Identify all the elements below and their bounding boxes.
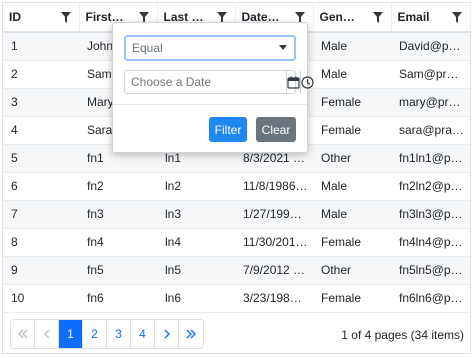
cell-gender: Male	[313, 172, 391, 201]
page-button-4[interactable]: 4	[131, 320, 155, 348]
cell-id: 2	[3, 60, 79, 89]
cell-date: 3/23/198…	[235, 284, 313, 313]
cell-email: fn2ln2@p…	[391, 172, 470, 201]
cell-date: 7/9/2012 …	[235, 256, 313, 285]
calendar-icon	[287, 76, 300, 89]
filter-button[interactable]: Filter	[209, 117, 247, 142]
column-header-gender[interactable]: Gen…	[313, 3, 392, 33]
date-picker	[124, 70, 314, 94]
cell-gender: Female	[313, 228, 391, 257]
cell-email: fn5ln5@p…	[391, 256, 470, 285]
double-chevron-right-icon	[186, 329, 196, 339]
popup-divider	[113, 104, 307, 105]
cell-gender: Female	[313, 284, 391, 313]
cell-gender: Female	[313, 116, 391, 145]
cell-id: 6	[3, 172, 79, 201]
table-row[interactable]: 6 fn2 ln2 11/8/1986… Male fn2ln2@p…	[3, 172, 470, 201]
cell-email: David@p…	[391, 32, 470, 61]
caret-down-icon	[279, 45, 287, 50]
column-header-label: Email	[397, 10, 430, 25]
cell-first-name: fn2	[79, 172, 157, 201]
table-row[interactable]: 9 fn5 ln5 7/9/2012 … Other fn5ln5@p…	[3, 256, 470, 285]
last-page-button[interactable]	[179, 320, 203, 348]
column-header-email[interactable]: Email	[391, 3, 471, 33]
cell-last-name: ln3	[157, 200, 235, 229]
table-row[interactable]: 10 fn6 ln6 3/23/198… Female fn6ln6@p…	[3, 284, 470, 313]
clock-button[interactable]	[300, 71, 314, 93]
cell-gender: Male	[313, 60, 391, 89]
chevron-right-icon	[164, 329, 170, 339]
clear-button[interactable]: Clear	[256, 117, 296, 142]
cell-last-name: ln6	[157, 284, 235, 313]
cell-date: 11/8/1986…	[235, 172, 313, 201]
filter-operator-value: Equal	[132, 41, 163, 55]
funnel-icon[interactable]	[451, 12, 462, 23]
cell-id: 8	[3, 228, 79, 257]
filter-popup: Equal Filter Clear	[112, 22, 314, 153]
cell-id: 9	[3, 256, 79, 285]
next-page-button[interactable]	[155, 320, 179, 348]
calendar-button[interactable]	[286, 71, 300, 93]
page-info: 1 of 4 pages (34 items)	[341, 328, 464, 342]
table-row[interactable]: 8 fn4 ln4 11/30/201… Female fn4ln4@p…	[3, 228, 470, 257]
column-header-label: Gen…	[319, 10, 355, 25]
cell-gender: Other	[313, 144, 391, 173]
cell-first-name: fn6	[79, 284, 157, 313]
cell-gender: Female	[313, 88, 391, 117]
first-page-button[interactable]	[11, 320, 35, 348]
funnel-icon[interactable]	[372, 12, 383, 23]
cell-email: fn6ln6@p…	[391, 284, 470, 313]
double-chevron-left-icon	[17, 329, 27, 339]
cell-id: 5	[3, 144, 79, 173]
pager-buttons: 1 2 3 4	[10, 319, 204, 349]
cell-id: 3	[3, 88, 79, 117]
cell-id: 7	[3, 200, 79, 229]
cell-last-name: ln2	[157, 172, 235, 201]
cell-last-name: ln5	[157, 256, 235, 285]
column-header-id[interactable]: ID	[3, 3, 80, 33]
chevron-left-icon	[43, 329, 49, 339]
cell-first-name: fn5	[79, 256, 157, 285]
cell-gender: Other	[313, 256, 391, 285]
filter-operator-select[interactable]: Equal	[124, 35, 296, 61]
cell-date: 11/30/201…	[235, 228, 313, 257]
cell-email: fn4ln4@p…	[391, 228, 470, 257]
cell-last-name: ln4	[157, 228, 235, 257]
prev-page-button[interactable]	[35, 320, 59, 348]
page-button-1[interactable]: 1	[59, 320, 83, 348]
cell-email: mary@pr…	[391, 88, 470, 117]
cell-first-name: fn3	[79, 200, 157, 229]
cell-gender: Male	[313, 200, 391, 229]
cell-id: 10	[3, 284, 79, 313]
cell-gender: Male	[313, 32, 391, 61]
table-row[interactable]: 7 fn3 ln3 1/27/199… Male fn3ln3@p…	[3, 200, 470, 229]
cell-email: sara@pra…	[391, 116, 470, 145]
cell-date: 1/27/199…	[235, 200, 313, 229]
funnel-icon[interactable]	[60, 12, 71, 23]
column-header-label: ID	[9, 10, 21, 25]
clock-icon	[301, 75, 314, 89]
cell-email: fn1ln1@p…	[391, 144, 470, 173]
pager: 1 2 3 4 1 of 4 pages (34 items)	[3, 316, 470, 353]
cell-email: Sam@pr…	[391, 60, 470, 89]
cell-id: 1	[3, 32, 79, 61]
date-input[interactable]	[125, 71, 286, 93]
page-button-3[interactable]: 3	[107, 320, 131, 348]
cell-first-name: fn4	[79, 228, 157, 257]
cell-id: 4	[3, 116, 79, 145]
page-button-2[interactable]: 2	[83, 320, 107, 348]
cell-email: fn3ln3@p…	[391, 200, 470, 229]
